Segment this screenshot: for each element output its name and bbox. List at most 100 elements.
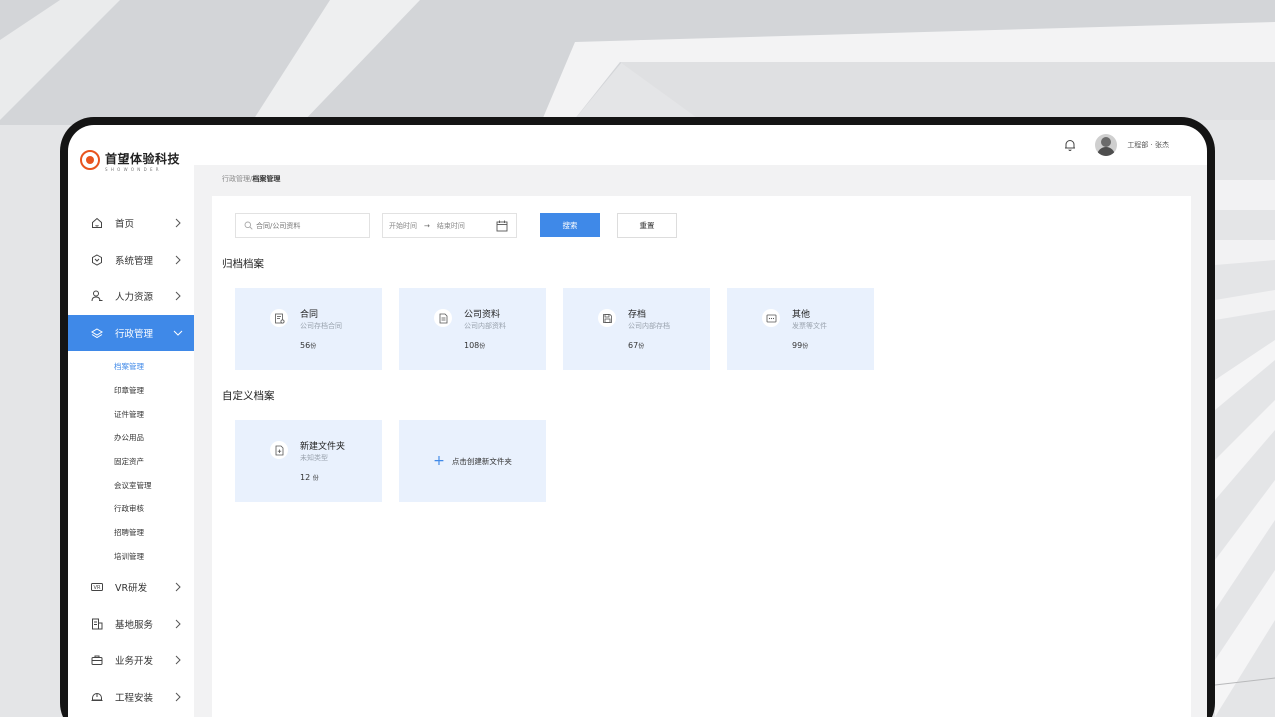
date-range-picker[interactable]: 开始时间 → 结束时间 (382, 213, 517, 238)
helmet-icon (91, 692, 103, 701)
sidebar-item-engineering[interactable]: 工程安装 (68, 679, 194, 716)
sidebar-subitem-office-supplies[interactable]: 办公用品 (68, 426, 194, 450)
custom-section-title: 自定义档案 (222, 390, 275, 402)
archive-card-company-docs[interactable]: 公司资料 公司内部资料 108份 (399, 288, 546, 370)
sidebar-subitem-certificate[interactable]: 证件管理 (68, 402, 194, 426)
user-name[interactable]: 工程部 · 张杰 (1127, 140, 1169, 150)
plus-icon: + (433, 453, 445, 469)
logo-subtitle: SHOWONDER (105, 167, 162, 172)
search-field[interactable] (235, 213, 370, 238)
card-title: 其他 (792, 310, 811, 320)
layers-icon (91, 328, 103, 338)
sidebar-item-label: 基地服务 (115, 619, 154, 631)
card-description: 公司存档合同 (300, 322, 342, 330)
card-description: 公司内部资料 (464, 322, 506, 330)
chevron-right-icon (175, 255, 181, 264)
sidebar-item-label: 人力资源 (115, 292, 154, 304)
more-icon (762, 309, 780, 327)
card-count-value: 12 (300, 473, 311, 482)
archive-card-storage[interactable]: 存档 公司内部存档 67份 (563, 288, 710, 370)
chevron-right-icon (175, 291, 181, 301)
settings-icon (92, 254, 102, 266)
archive-panel: 开始时间 → 结束时间 搜索 重置 归档档案 合同 公司存档合同 56份 (212, 196, 1191, 717)
breadcrumb: 行政管理/档案管理 (222, 174, 280, 184)
card-count-unit: 份 (312, 475, 319, 482)
date-end[interactable]: 结束时间 (437, 221, 465, 231)
card-description: 公司内部存档 (628, 322, 670, 330)
building-icon (92, 618, 103, 630)
logo: 首望体验科技 SHOWONDER (80, 150, 180, 173)
card-count-value: 108 (464, 341, 480, 350)
logo-title: 首望体验科技 (105, 152, 181, 166)
bell-icon[interactable] (1063, 138, 1077, 152)
card-title: 新建文件夹 (300, 442, 346, 452)
sidebar-item-label: 首页 (115, 219, 135, 231)
svg-text:VR: VR (94, 585, 101, 591)
briefcase-icon (91, 655, 103, 666)
sidebar-item-business[interactable]: 业务开发 (68, 642, 194, 679)
avatar[interactable] (1095, 134, 1118, 156)
sidebar-item-system[interactable]: 系统管理 (68, 242, 194, 279)
create-folder-card[interactable]: + 点击创建新文件夹 (399, 420, 546, 502)
card-count: 56份 (300, 341, 316, 350)
archive-card-other[interactable]: 其他 发票等文件 99份 (727, 288, 874, 370)
breadcrumb-current: 档案管理 (252, 175, 281, 183)
search-icon (244, 221, 253, 230)
sidebar-subitem-archive[interactable]: 档案管理 (68, 355, 194, 379)
chevron-right-icon (175, 655, 181, 665)
card-description: 未知类型 (300, 454, 328, 462)
breadcrumb-parent[interactable]: 行政管理/ (222, 175, 252, 183)
create-folder-label: 点击创建新文件夹 (451, 456, 512, 466)
topbar-user-area: 工程部 · 张杰 (1063, 134, 1169, 156)
card-count-unit: 份 (310, 343, 317, 350)
date-start[interactable]: 开始时间 (389, 221, 417, 231)
vr-icon: VR (91, 583, 103, 592)
contract-icon (270, 309, 288, 327)
card-title: 公司资料 (464, 310, 501, 320)
card-count-unit: 份 (638, 343, 645, 350)
sidebar-item-vr[interactable]: VR VR研发 (68, 569, 194, 606)
sidebar-item-label: 行政管理 (115, 328, 154, 340)
sidebar-item-home[interactable]: 首页 (68, 205, 194, 242)
card-count-value: 56 (300, 341, 311, 350)
chevron-right-icon (175, 692, 181, 702)
card-count-value: 99 (792, 341, 803, 350)
sidebar-subitem-seal[interactable]: 印章管理 (68, 379, 194, 403)
sidebar-item-base-service[interactable]: 基地服务 (68, 606, 194, 643)
sidebar-item-hr[interactable]: 人力资源 (68, 278, 194, 315)
calendar-icon[interactable] (496, 220, 508, 232)
card-count-unit: 份 (802, 343, 809, 350)
document-icon (434, 309, 452, 327)
archive-card-contract[interactable]: 合同 公司存档合同 56份 (235, 288, 382, 370)
logo-icon (80, 150, 100, 170)
custom-card-new-folder[interactable]: 新建文件夹 未知类型 12 份 (235, 420, 382, 502)
new-file-icon (270, 441, 288, 459)
sidebar-item-label: 业务开发 (115, 656, 154, 668)
card-count: 12 份 (300, 473, 319, 482)
home-icon (92, 218, 102, 229)
date-range-arrow: → (424, 221, 430, 230)
sidebar-item-label: 工程安装 (115, 692, 154, 704)
chevron-right-icon (175, 619, 181, 629)
save-icon (598, 309, 616, 327)
card-count: 99份 (792, 341, 808, 350)
main-content: 行政管理/档案管理 开始时间 → 结束时间 搜索 重置 归档档案 (194, 165, 1207, 717)
card-title: 合同 (300, 310, 319, 320)
card-count: 108份 (464, 341, 485, 350)
chevron-right-icon (175, 582, 181, 592)
search-input[interactable] (256, 221, 366, 230)
card-count-value: 67 (628, 341, 639, 350)
sidebar-subitem-training[interactable]: 培训管理 (68, 545, 194, 569)
reset-button[interactable]: 重置 (617, 213, 677, 238)
card-description: 发票等文件 (792, 322, 827, 330)
sidebar-item-admin[interactable]: 行政管理 (68, 314, 194, 351)
sidebar-subitem-admin-review[interactable]: 行政审核 (68, 497, 194, 521)
sidebar-subitem-meeting-room[interactable]: 会议室管理 (68, 473, 194, 497)
app-screen: 首望体验科技 SHOWONDER 工程部 · 张杰 首页 系统管理 人力资源 行… (68, 125, 1207, 717)
sidebar-item-label: VR研发 (115, 583, 148, 595)
chevron-right-icon (175, 218, 181, 228)
sidebar-item-label: 系统管理 (115, 255, 154, 267)
search-button[interactable]: 搜索 (540, 213, 600, 237)
sidebar-subitem-recruitment[interactable]: 招聘管理 (68, 521, 194, 545)
sidebar-subitem-fixed-assets[interactable]: 固定资产 (68, 450, 194, 474)
